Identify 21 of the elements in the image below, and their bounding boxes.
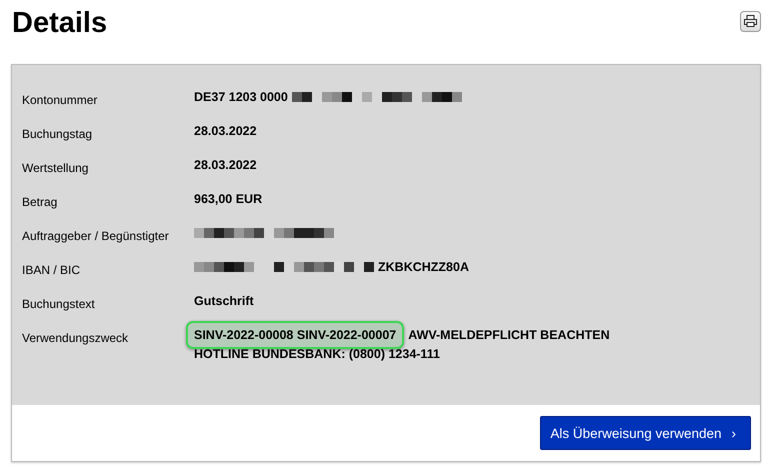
field-label: Buchungstext bbox=[22, 296, 96, 313]
field-label: Betrag bbox=[22, 194, 58, 211]
field-value: Gutschrift bbox=[194, 294, 254, 308]
field-label: Verwendungszweck bbox=[22, 330, 130, 347]
use-as-transfer-button[interactable]: Als Überweisung verwenden › bbox=[540, 416, 751, 450]
field-label: Auftraggeber / Begünstigter bbox=[22, 228, 170, 245]
highlighted-reference: SINV-2022-00008 SINV-2022-00007 bbox=[186, 321, 404, 349]
field-value: 28.03.2022 bbox=[194, 158, 257, 172]
field-label: Wertstellung bbox=[22, 160, 90, 177]
field-value: DE37 1203 0000 bbox=[194, 90, 288, 104]
printer-icon bbox=[744, 15, 757, 27]
field-value: 28.03.2022 bbox=[194, 124, 257, 138]
print-button[interactable] bbox=[740, 10, 761, 32]
field-label: Kontonummer bbox=[22, 92, 98, 109]
field-value: ZKBKCHZZ80A bbox=[378, 260, 469, 274]
field-label: Buchungstag bbox=[22, 126, 94, 143]
page-title: Details bbox=[12, 6, 108, 40]
field-value: 963,00 EUR bbox=[194, 192, 262, 206]
field-value: AWV-MELDEPFLICHT BEACHTEN bbox=[408, 328, 610, 342]
field-label: IBAN / BIC bbox=[22, 262, 82, 279]
field-value: HOTLINE BUNDESBANK: (0800) 1234-111 bbox=[194, 347, 440, 361]
